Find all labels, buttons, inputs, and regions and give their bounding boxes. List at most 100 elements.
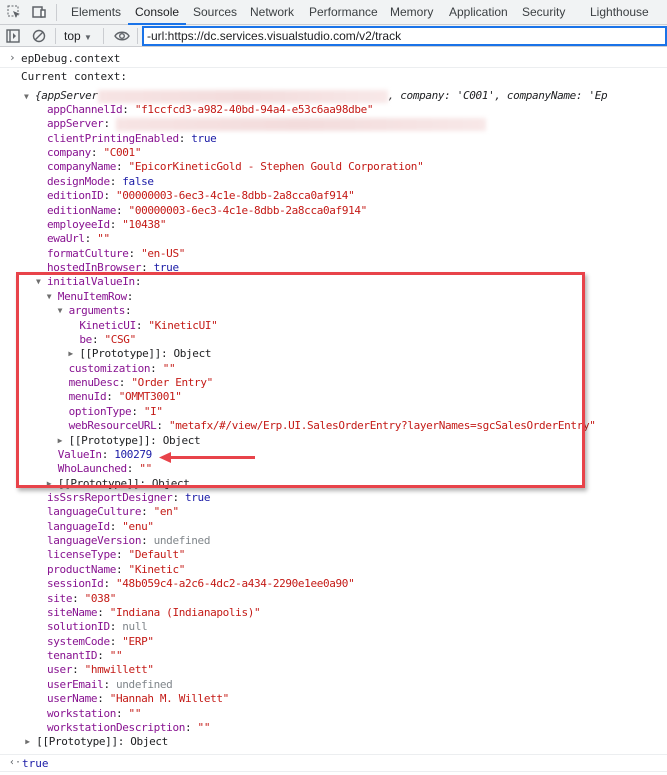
- property-value: "48b059c4-a2c6-4dc2-a434-2290e1ee0a90": [116, 577, 355, 591]
- key-separator: :: [128, 246, 142, 260]
- property-value: Object: [130, 735, 168, 749]
- context-selector-value: top: [64, 29, 81, 43]
- property-value: "EpicorKineticGold - Stephen Gould Corpo…: [128, 160, 424, 174]
- property-key: companyName: [47, 160, 116, 174]
- property-key: languageId: [47, 519, 110, 533]
- property-key: languageCulture: [47, 505, 142, 519]
- property-key: company: [47, 146, 91, 160]
- sidebar-toggle-icon[interactable]: [6, 29, 20, 43]
- clear-console-icon[interactable]: [32, 29, 46, 43]
- property-row: user: "hmwillett": [47, 663, 154, 677]
- property-value: undefined: [153, 534, 211, 548]
- property-row: employeeId: "10438": [47, 217, 167, 232]
- property-key: appServer: [47, 117, 104, 131]
- property-row: licenseType: "Default": [47, 548, 185, 562]
- property-row: editionName: "00000003-6ec3-4c1e-8dbb-2a…: [47, 204, 367, 218]
- object-summary[interactable]: ▼ {appServer , company: 'C001', companyNa…: [24, 89, 608, 104]
- property-row: tenantID: "": [47, 649, 123, 663]
- redacted-value: [97, 89, 388, 103]
- key-separator: :: [103, 677, 116, 691]
- tab-sources[interactable]: Sources: [193, 0, 237, 25]
- property-row: company: "C001": [47, 146, 141, 160]
- property-value: "": [109, 649, 123, 663]
- property-row: solutionID: null: [47, 620, 148, 634]
- tab-security[interactable]: Security: [522, 0, 565, 25]
- device-toolbar-icon[interactable]: [32, 5, 46, 19]
- console-result-line: ‹· true: [0, 754, 667, 772]
- property-key: employeeId: [47, 217, 110, 231]
- property-value: "00000003-6ec3-4c1e-8dbb-2a8cca0af914": [128, 203, 368, 217]
- eye-icon[interactable]: [114, 29, 130, 43]
- inspect-element-icon[interactable]: [7, 5, 21, 19]
- property-value: true: [191, 131, 217, 145]
- highlight-box: [16, 272, 585, 488]
- tab-elements[interactable]: Elements: [71, 0, 121, 25]
- key-separator: :: [116, 548, 129, 562]
- property-row: site: "038": [47, 592, 116, 606]
- console-log-line: Current context:: [0, 68, 667, 86]
- key-separator: :: [103, 577, 116, 591]
- result-arrow-icon: ‹·: [9, 757, 22, 768]
- key-separator: :: [109, 620, 123, 634]
- summary-start: {appServer: [35, 89, 98, 102]
- property-row[interactable]: ▶ [[Prototype]]: Object: [25, 735, 168, 749]
- property-key: workstation: [47, 706, 116, 720]
- key-separator: :: [172, 490, 185, 504]
- property-key: licenseType: [47, 548, 116, 562]
- tab-memory[interactable]: Memory: [390, 0, 433, 25]
- property-value: "Hannah M. Willett": [109, 692, 230, 706]
- property-key: [[Prototype]]: [36, 735, 118, 749]
- property-value: "Kinetic": [128, 562, 186, 576]
- property-value: true: [185, 490, 211, 504]
- tab-lighthouse[interactable]: Lighthouse: [590, 0, 649, 25]
- key-separator: :: [97, 605, 110, 619]
- tab-performance[interactable]: Performance: [309, 0, 378, 25]
- redacted-value: [116, 117, 486, 131]
- property-key: formatCulture: [47, 246, 129, 260]
- property-key: solutionID: [47, 620, 110, 634]
- key-separator: :: [122, 103, 135, 116]
- key-separator: :: [97, 649, 110, 663]
- key-separator: :: [116, 562, 129, 576]
- key-separator: :: [109, 634, 123, 648]
- property-key: tenantID: [47, 649, 98, 663]
- property-key: clientPrintingEnabled: [47, 131, 179, 145]
- property-key: languageVersion: [47, 534, 142, 548]
- property-key: systemCode: [47, 634, 110, 648]
- property-key: userEmail: [47, 677, 104, 691]
- property-value: "f1ccfcd3-a982-40bd-94a4-e53c6aa98dbe": [134, 103, 374, 116]
- property-key: workstationDescription: [47, 720, 185, 734]
- context-selector[interactable]: top ▼: [64, 29, 92, 43]
- log-text: Current context:: [21, 70, 127, 83]
- tab-console[interactable]: Console: [128, 0, 187, 25]
- property-value: "": [128, 706, 142, 720]
- key-separator: :: [109, 174, 123, 188]
- key-separator: :: [109, 217, 123, 231]
- key-separator: :: [116, 203, 129, 217]
- key-separator: :: [178, 131, 192, 145]
- property-row: systemCode: "ERP": [47, 635, 154, 649]
- tab-network[interactable]: Network: [250, 0, 294, 25]
- key-separator: :: [103, 117, 116, 131]
- property-key: editionName: [47, 203, 116, 217]
- key-separator: :: [97, 692, 110, 706]
- property-row: workstationDescription: "": [47, 721, 210, 735]
- property-value: false: [122, 174, 154, 188]
- divider: [56, 4, 57, 21]
- property-value: "hmwillett": [84, 663, 154, 677]
- property-row: sessionId: "48b059c4-a2c6-4dc2-a434-2290…: [47, 577, 355, 591]
- property-value: "": [97, 232, 110, 246]
- filter-input[interactable]: -url:https://dc.services.visualstudio.co…: [142, 26, 667, 46]
- property-value: null: [122, 620, 148, 634]
- property-value: undefined: [116, 677, 173, 691]
- key-separator: :: [141, 534, 154, 548]
- expand-right-icon[interactable]: ▶: [25, 735, 30, 749]
- expand-down-icon[interactable]: ▼: [24, 90, 29, 104]
- tab-application[interactable]: Application: [449, 0, 508, 25]
- property-row: ewaUrl: "": [47, 232, 110, 246]
- property-row: designMode: false: [47, 175, 154, 189]
- key-separator: :: [90, 146, 104, 160]
- property-value: "00000003-6ec3-4c1e-8dbb-2a8cca0af914": [116, 189, 355, 203]
- property-key: editionID: [47, 189, 104, 203]
- summary-rest: , company: 'C001', companyName: 'Ep: [387, 89, 608, 102]
